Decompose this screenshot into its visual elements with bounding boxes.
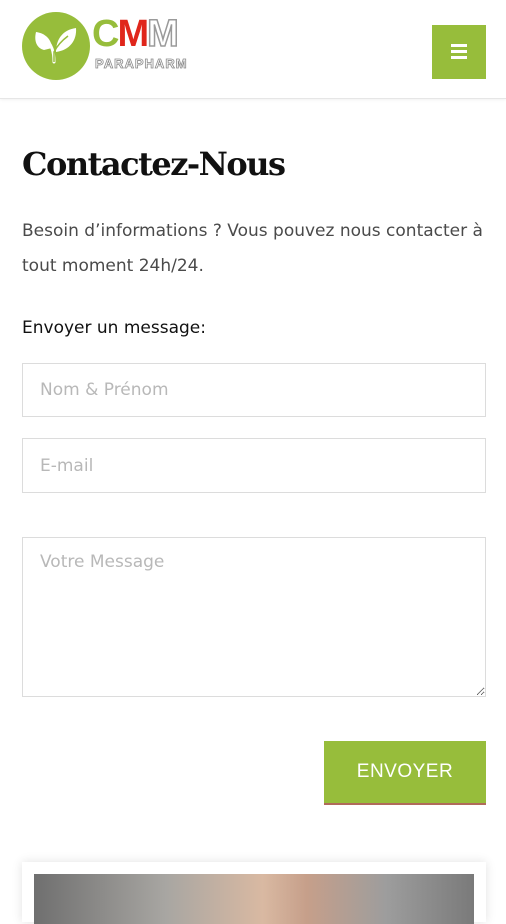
intro-text: Besoin d’informations ? Vous pouvez nous… [22,221,483,276]
hamburger-menu-icon [451,56,467,59]
name-input[interactable] [22,363,486,417]
message-textarea[interactable] [22,537,486,697]
send-button[interactable]: ENVOYER [324,741,486,805]
logo-wordmark: CMM [92,13,179,55]
form-label: Envoyer un message: [22,318,206,338]
hamburger-menu-icon [451,44,467,47]
leaf-logo-icon [22,12,90,80]
menu-button[interactable] [432,25,486,79]
page-title: Contactez-Nous [22,145,286,183]
site-logo[interactable]: CMM PARAPHARM [22,12,202,82]
site-header: CMM PARAPHARM [0,0,506,99]
logo-subtitle: PARAPHARM [95,56,188,72]
hamburger-menu-icon [451,50,467,53]
email-input[interactable] [22,438,486,493]
card-image [34,874,474,924]
image-card [22,862,486,924]
